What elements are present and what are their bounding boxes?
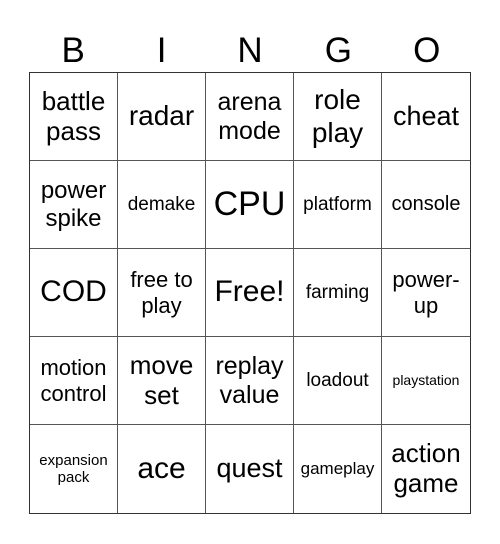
bingo-cell[interactable]: replay value (206, 337, 294, 425)
bingo-cell[interactable]: free to play (118, 249, 206, 337)
bingo-cell[interactable]: battle pass (30, 73, 118, 161)
bingo-cell[interactable]: cheat (382, 73, 470, 161)
bingo-cell[interactable]: motion control (30, 337, 118, 425)
cell-label: playstation (392, 372, 460, 389)
cell-label: move set (129, 349, 194, 410)
cell-label: role play (311, 84, 364, 148)
bingo-cell[interactable]: arena mode (206, 73, 294, 161)
cell-label: farming (305, 281, 370, 303)
cell-label: replay value (215, 351, 284, 409)
cell-label: power-up (392, 267, 460, 318)
bingo-cell[interactable]: farming (294, 249, 382, 337)
bingo-cell[interactable]: console (382, 161, 470, 249)
cell-label: motion control (40, 355, 107, 406)
cell-label: platform (303, 193, 372, 215)
cell-label: radar (128, 100, 195, 132)
cell-label: COD (40, 275, 107, 309)
header-letter-n: N (237, 31, 263, 70)
cell-label: cheat (392, 100, 460, 131)
cell-label: demake (127, 193, 196, 215)
cell-label: action game (391, 438, 461, 498)
bingo-cell[interactable]: platform (294, 161, 382, 249)
bingo-cell[interactable]: ace (118, 425, 206, 513)
cell-label: CPU (213, 184, 286, 223)
cell-label: power spike (40, 176, 107, 232)
bingo-cell[interactable]: power spike (30, 161, 118, 249)
free-space-label: Free! (214, 275, 285, 309)
bingo-cell[interactable]: playstation (382, 337, 470, 425)
bingo-cell[interactable]: demake (118, 161, 206, 249)
cell-label: loadout (306, 369, 369, 391)
cell-label: arena mode (217, 87, 282, 145)
bingo-cell[interactable]: quest (206, 425, 294, 513)
cell-label: console (391, 193, 461, 215)
bingo-cell[interactable]: loadout (294, 337, 382, 425)
bingo-cell free-space[interactable]: Free! (206, 249, 294, 337)
bingo-cell[interactable]: CPU (206, 161, 294, 249)
bingo-cell[interactable]: COD (30, 249, 118, 337)
cell-label: gameplay (300, 459, 375, 479)
cell-label: quest (216, 453, 283, 484)
header-letter-i: I (156, 31, 167, 70)
bingo-cell[interactable]: power-up (382, 249, 470, 337)
cell-label: ace (137, 451, 186, 485)
bingo-header: B I N G O (29, 30, 471, 72)
cell-label: free to play (130, 267, 193, 318)
cell-label: battle pass (41, 85, 106, 146)
bingo-cell[interactable]: move set (118, 337, 206, 425)
bingo-cell[interactable]: gameplay (294, 425, 382, 513)
cell-label: expansion pack (39, 451, 108, 486)
bingo-cell[interactable]: radar (118, 73, 206, 161)
header-letter-o: O (413, 31, 441, 70)
bingo-grid: battle pass radar arena mode role play c… (29, 72, 471, 514)
bingo-cell[interactable]: expansion pack (30, 425, 118, 513)
bingo-cell[interactable]: role play (294, 73, 382, 161)
header-letter-g: G (324, 31, 352, 70)
header-letter-b: B (61, 31, 85, 70)
bingo-cell[interactable]: action game (382, 425, 470, 513)
